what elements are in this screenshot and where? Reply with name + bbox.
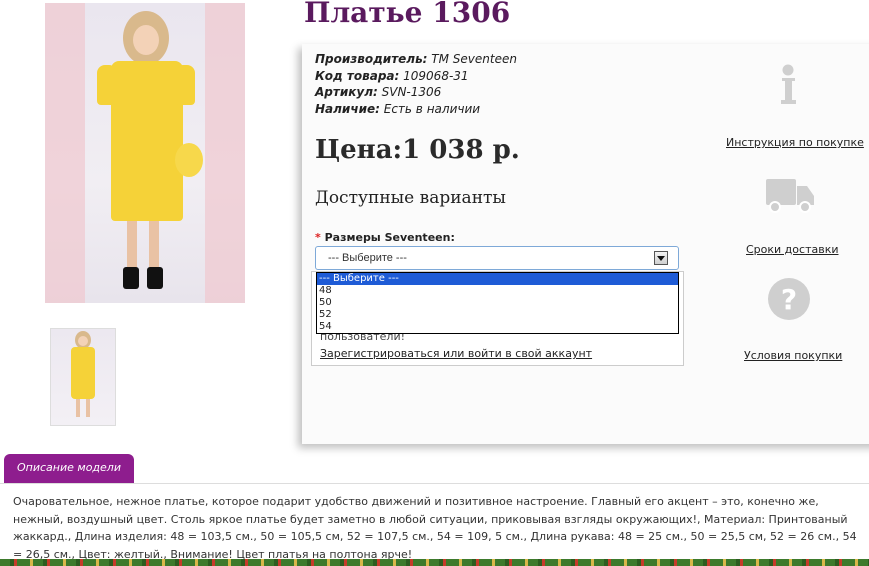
size-dropdown-list[interactable]: --- Выберите --- 48 50 52 54 [316,272,679,334]
product-description: Очаровательное, нежное платье, которое п… [13,495,857,561]
product-main-image[interactable] [45,3,245,303]
svg-text:?: ? [781,283,797,316]
decorative-garland [0,559,869,566]
size-option[interactable]: 50 [317,297,678,309]
tab-description[interactable]: Описание модели [4,454,134,484]
info-icon[interactable] [776,63,800,107]
size-select[interactable]: --- Выберите --- [315,246,679,270]
product-thumbnail[interactable] [50,328,116,426]
size-option[interactable]: 52 [317,309,678,321]
size-select-value: --- Выберите --- [328,252,407,264]
info-product-code: Код товара: 109068-31 [315,68,469,83]
product-title: Платье 1306 [304,0,511,29]
required-mark: * [315,231,321,244]
product-info-list: Производитель: ТМ Seventeen Код товара: … [315,51,517,117]
login-register-link[interactable]: Зарегистрироваться или войти в свой акка… [320,347,592,360]
delivery-link[interactable]: Сроки доставки [746,243,839,256]
tab-divider [0,483,869,484]
variants-heading: Доступные варианты [315,188,506,208]
info-manufacturer: Производитель: ТМ Seventeen [315,52,517,66]
product-price: Цена:1 038 р. [315,135,520,165]
instruction-link[interactable]: Инструкция по покупке [726,136,864,149]
size-option[interactable]: 48 [317,285,678,297]
size-option[interactable]: 54 [317,321,678,333]
size-label: * Размеры Seventeen: [315,231,455,244]
dropdown-arrow-icon[interactable] [654,251,668,265]
size-option[interactable]: --- Выберите --- [317,273,678,285]
question-icon[interactable]: ? [766,276,812,322]
info-availability: Наличие: Есть в наличии [315,101,481,116]
truck-icon[interactable] [765,174,815,214]
terms-link[interactable]: Условия покупки [744,349,842,362]
info-article: Артикул: SVN-1306 [315,85,442,99]
